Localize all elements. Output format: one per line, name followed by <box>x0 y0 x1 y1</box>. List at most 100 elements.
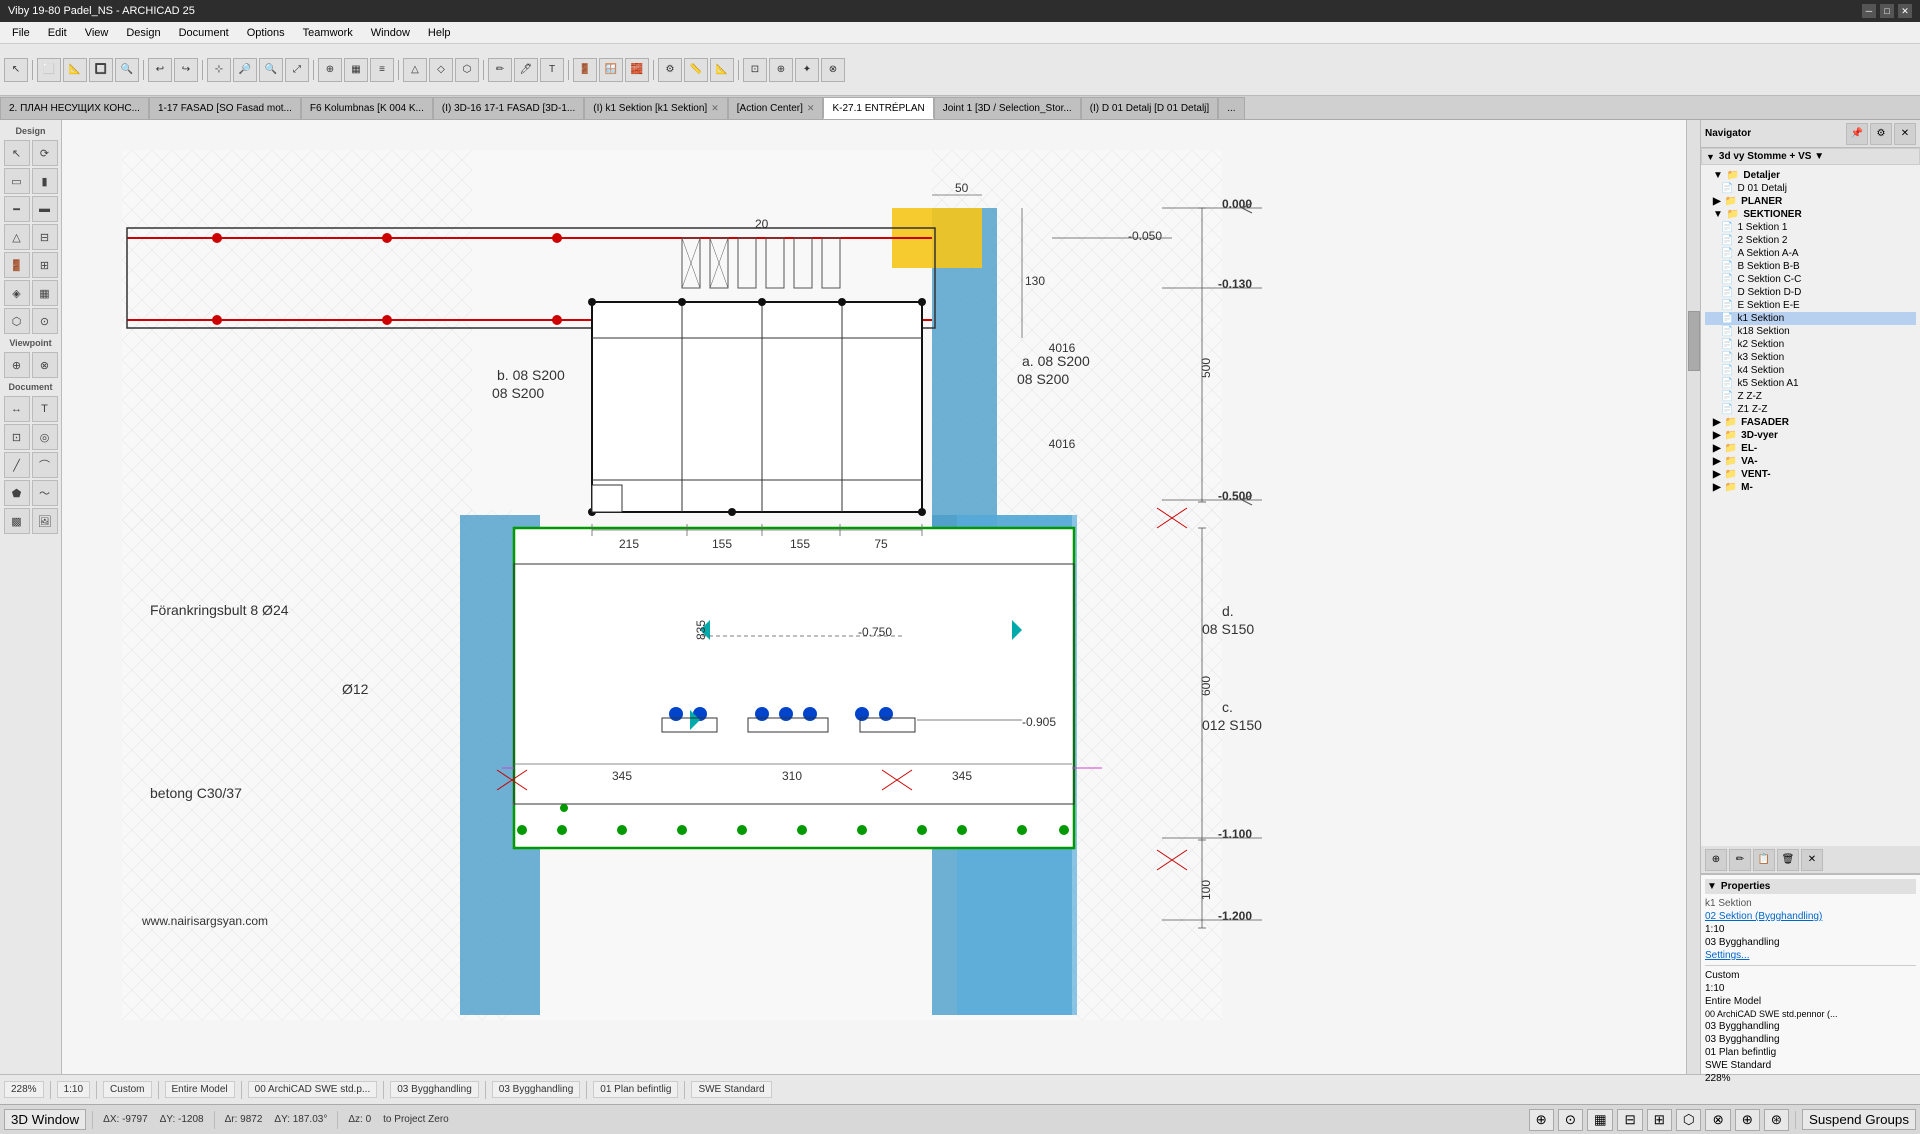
toolbar-fill[interactable]: 🖊 <box>514 58 538 82</box>
toolbar-plan[interactable]: ⬜ <box>37 58 61 82</box>
left-window[interactable]: ⊞ <box>32 252 58 278</box>
toolbar-layer[interactable]: ≡ <box>370 58 394 82</box>
toolbar-undo[interactable]: ↩ <box>148 58 172 82</box>
toolbar-extra2[interactable]: ⊕ <box>769 58 793 82</box>
tab-3d[interactable]: (I) 3D-16 17-1 FASAD [3D-1... <box>433 97 584 119</box>
toolbar-more1[interactable]: ⚙ <box>658 58 682 82</box>
tab-fasad[interactable]: 1-17 FASAD [SO Fasad mot... <box>149 97 301 119</box>
tab-plan[interactable]: 2. ПЛАН НЕСУЩИХ КОНС... <box>0 97 149 119</box>
tree-item-k1[interactable]: 📄k1 Sektion <box>1705 312 1916 325</box>
navigator-header[interactable]: ▼ 3d vy Stomme + VS ▼ <box>1701 148 1920 165</box>
status-plan[interactable]: 01 Plan befintlig <box>593 1081 678 1098</box>
menu-file[interactable]: File <box>4 25 38 41</box>
status-bygg2[interactable]: 03 Bygghandling <box>492 1081 581 1098</box>
left-door[interactable]: 🚪 <box>4 252 30 278</box>
menu-teamwork[interactable]: Teamwork <box>295 25 361 41</box>
tree-item-zzz[interactable]: 📄Z Z-Z <box>1705 390 1916 403</box>
toolbar-extra1[interactable]: ⊡ <box>743 58 767 82</box>
tree-item-k18[interactable]: 📄k18 Sektion <box>1705 325 1916 338</box>
status2-3dwindow[interactable]: 3D Window <box>4 1109 86 1130</box>
menu-view[interactable]: View <box>77 25 117 41</box>
tab-joint[interactable]: Joint 1 [3D / Selection_Stor... <box>934 97 1081 119</box>
tree-item-k5a1[interactable]: 📄k5 Sektion A1 <box>1705 377 1916 390</box>
left-wall[interactable]: ▭ <box>4 168 30 194</box>
left-fill[interactable]: ▦ <box>32 280 58 306</box>
menu-document[interactable]: Document <box>171 25 237 41</box>
menu-options[interactable]: Options <box>239 25 293 41</box>
toolbar-zoom-in[interactable]: 🔎 <box>233 58 257 82</box>
left-label[interactable]: ⊡ <box>4 424 30 450</box>
tree-group-sektioner[interactable]: ▼ 📁 SEKTIONER <box>1705 208 1916 221</box>
status-entire-model[interactable]: Entire Model <box>165 1081 235 1098</box>
tree-item-k2[interactable]: 📄k2 Sektion <box>1705 338 1916 351</box>
panel-btn2[interactable]: ✏ <box>1729 849 1751 871</box>
status-scale[interactable]: 1:10 <box>57 1081 90 1098</box>
menu-edit[interactable]: Edit <box>40 25 75 41</box>
left-vp2[interactable]: ⊗ <box>32 352 58 378</box>
tab-kolumn[interactable]: F6 Kolumbnas [K 004 K... <box>301 97 433 119</box>
menu-help[interactable]: Help <box>420 25 459 41</box>
toolbar-zoom-out[interactable]: 🔍 <box>259 58 283 82</box>
status-zoom[interactable]: 228% <box>4 1081 44 1098</box>
status2-icon2[interactable]: ⊙ <box>1558 1109 1583 1131</box>
tree-item-k3[interactable]: 📄k3 Sektion <box>1705 351 1916 364</box>
left-text[interactable]: T <box>32 396 58 422</box>
panel-btn3[interactable]: 📋 <box>1753 849 1775 871</box>
menu-window[interactable]: Window <box>363 25 418 41</box>
tree-group-planer[interactable]: ▶ 📁 PLANER <box>1705 195 1916 208</box>
toolbar-redo[interactable]: ↪ <box>174 58 198 82</box>
status-bygg1[interactable]: 03 Bygghandling <box>390 1081 479 1098</box>
status2-icon5[interactable]: ⊞ <box>1647 1109 1672 1131</box>
toolbar-arrow[interactable]: ↖ <box>4 58 28 82</box>
panel-btn1[interactable]: ⊕ <box>1705 849 1727 871</box>
tree-group-fasader[interactable]: ▶ 📁 FASADER <box>1705 416 1916 429</box>
status2-icon3[interactable]: ▦ <box>1587 1109 1614 1131</box>
left-dim[interactable]: ↔ <box>4 396 30 422</box>
toolbar-more3[interactable]: 📐 <box>710 58 734 82</box>
tab-action[interactable]: [Action Center] ✕ <box>728 97 824 119</box>
toolbar-door[interactable]: 🚪 <box>573 58 597 82</box>
tree-item-scc[interactable]: 📄C Sektion C-C <box>1705 273 1916 286</box>
toolbar-pen[interactable]: ✏ <box>488 58 512 82</box>
left-rotate[interactable]: ⟳ <box>32 140 58 166</box>
tree-item-s2[interactable]: 📄2 Sektion 2 <box>1705 234 1916 247</box>
toolbar-select[interactable]: ⊹ <box>207 58 231 82</box>
toolbar-view2[interactable]: ◇ <box>429 58 453 82</box>
tab-k1sektion[interactable]: (I) k1 Sektion [k1 Sektion] ✕ <box>584 97 728 119</box>
tab-action-close[interactable]: ✕ <box>807 103 815 114</box>
toolbar-text[interactable]: T <box>540 58 564 82</box>
status2-icon7[interactable]: ⊗ <box>1705 1109 1730 1131</box>
nav-close[interactable]: ✕ <box>1894 123 1916 145</box>
tree-item-z1zz[interactable]: 📄Z1 Z-Z <box>1705 403 1916 416</box>
left-roof[interactable]: △ <box>4 224 30 250</box>
tree-group-m[interactable]: ▶ 📁 M- <box>1705 481 1916 494</box>
left-object[interactable]: ◈ <box>4 280 30 306</box>
left-arc[interactable]: ⌒ <box>32 452 58 478</box>
status2-icon8[interactable]: ⊕ <box>1735 1109 1760 1131</box>
tab-k1sektion-close[interactable]: ✕ <box>711 103 719 114</box>
toolbar-window[interactable]: 🪟 <box>599 58 623 82</box>
left-spline[interactable]: 〜 <box>32 480 58 506</box>
nav-settings[interactable]: ⚙ <box>1870 123 1892 145</box>
tree-group-detaljer[interactable]: ▼ 📁 Detaljer <box>1705 169 1916 182</box>
toolbar-detail[interactable]: 🔍 <box>115 58 139 82</box>
toolbar-section[interactable]: 📐 <box>63 58 87 82</box>
status2-icon6[interactable]: ⬡ <box>1676 1109 1702 1131</box>
status-swe[interactable]: SWE Standard <box>691 1081 771 1098</box>
tree-item-d01[interactable]: 📄 D 01 Detalj <box>1705 182 1916 195</box>
left-vp1[interactable]: ⊕ <box>4 352 30 378</box>
tree-item-sbb[interactable]: 📄B Sektion B-B <box>1705 260 1916 273</box>
tree-group-el[interactable]: ▶ 📁 EL- <box>1705 442 1916 455</box>
tree-item-see[interactable]: 📄E Sektion E-E <box>1705 299 1916 312</box>
status2-suspend-groups[interactable]: Suspend Groups <box>1802 1109 1916 1130</box>
toolbar-fit[interactable]: ⤢ <box>285 58 309 82</box>
toolbar-extra3[interactable]: ✦ <box>795 58 819 82</box>
close-button[interactable]: ✕ <box>1898 4 1912 18</box>
left-slab[interactable]: ▬ <box>32 196 58 222</box>
left-picture[interactable]: 🖼 <box>32 508 58 534</box>
vscroll-thumb[interactable] <box>1688 311 1700 371</box>
tree-item-k4[interactable]: 📄k4 Sektion <box>1705 364 1916 377</box>
tab-detail[interactable]: (I) D 01 Detalj [D 01 Detalj] <box>1081 97 1219 119</box>
maximize-button[interactable]: □ <box>1880 4 1894 18</box>
minimize-button[interactable]: ─ <box>1862 4 1876 18</box>
